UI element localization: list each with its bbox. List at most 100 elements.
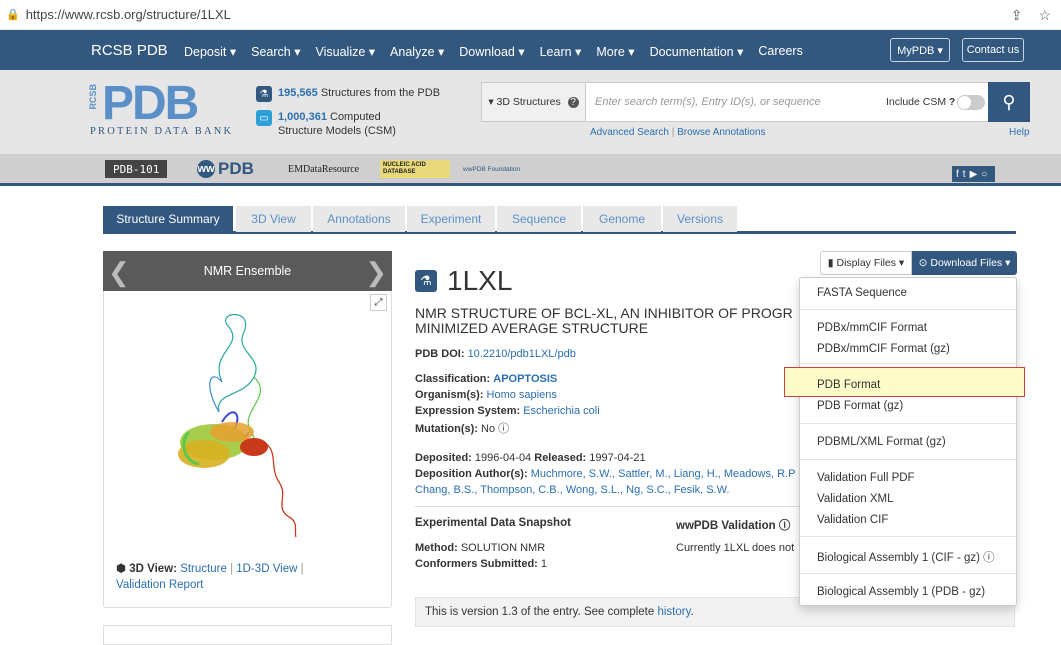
- nav-download[interactable]: Download ▾: [459, 44, 524, 59]
- expression-row: Expression System: Escherichia coli: [415, 405, 600, 417]
- nav-more[interactable]: More ▾: [596, 44, 634, 59]
- tab-experiment[interactable]: Experiment: [407, 206, 495, 232]
- cube-icon: ⬢: [116, 563, 127, 575]
- view-3d-links: ⬢ 3D View: Structure | 1D-3D View | Vali…: [116, 563, 304, 591]
- search-scope-dropdown[interactable]: ▾ 3D Structures ?: [482, 83, 586, 121]
- doi-link[interactable]: 10.2210/pdb1LXL/pdb: [468, 348, 576, 360]
- menu-item-fasta[interactable]: FASTA Sequence: [817, 287, 907, 299]
- facebook-icon[interactable]: f: [956, 169, 963, 180]
- download-icon: ⊙: [918, 257, 928, 269]
- nmr-ensemble-header: ❮ NMR Ensemble ❯: [103, 251, 392, 291]
- twitter-icon[interactable]: t: [963, 169, 970, 180]
- organism-link[interactable]: Homo sapiens: [487, 389, 557, 401]
- search-input[interactable]: Enter search term(s), Entry ID(s), or se…: [595, 96, 821, 108]
- nav-deposit[interactable]: Deposit ▾: [184, 44, 236, 59]
- next-arrow-icon[interactable]: ❯: [365, 257, 387, 288]
- menu-item-validation-pdf[interactable]: Validation Full PDF: [817, 472, 915, 484]
- mypdb-button[interactable]: MyPDB ▾: [890, 38, 950, 62]
- download-files-menu: FASTA Sequence PDBx/mmCIF Format PDBx/mm…: [784, 277, 1025, 606]
- advanced-search-link[interactable]: Advanced Search: [590, 127, 669, 138]
- menu-item-pdbml[interactable]: PDBML/XML Format (gz): [817, 436, 946, 448]
- nav-search[interactable]: Search ▾: [251, 44, 300, 59]
- structure-link[interactable]: Structure: [180, 563, 227, 575]
- classification-link[interactable]: APOPTOSIS: [493, 373, 557, 385]
- menu-item-validation-xml[interactable]: Validation XML: [817, 493, 894, 505]
- menu-item-pdb-gz[interactable]: PDB Format (gz): [817, 400, 903, 412]
- structure-image[interactable]: [104, 292, 391, 550]
- tab-genome[interactable]: Genome: [583, 206, 661, 232]
- entry-description: NMR STRUCTURE OF BCL-XL, AN INHIBITOR OF…: [415, 306, 793, 336]
- validation-report-link[interactable]: Validation Report: [116, 579, 203, 591]
- menu-item-mmcif-gz[interactable]: PDBx/mmCIF Format (gz): [817, 343, 950, 355]
- nav-documentation[interactable]: Documentation ▾: [650, 44, 744, 59]
- menu-item-assembly-cif[interactable]: Biological Assembly 1 (CIF - gz) ⓘ: [817, 549, 995, 565]
- nav-visualize[interactable]: Visualize ▾: [316, 44, 376, 59]
- wwpdb-foundation-logo[interactable]: wwPDB Foundation: [463, 160, 523, 178]
- info-icon[interactable]: ⓘ: [779, 520, 791, 532]
- history-link[interactable]: history: [657, 606, 690, 618]
- tab-3d-view[interactable]: 3D View: [236, 206, 311, 232]
- dates-row: Deposited: 1996-04-04 Released: 1997-04-…: [415, 452, 646, 464]
- help-icon[interactable]: ?: [567, 96, 579, 108]
- contact-us-button[interactable]: Contact us: [962, 38, 1024, 62]
- menu-divider: [800, 459, 1016, 460]
- menu-item-assembly-pdb[interactable]: Biological Assembly 1 (PDB - gz): [817, 586, 985, 598]
- menu-item-validation-cif[interactable]: Validation CIF: [817, 514, 888, 526]
- help-link[interactable]: Help: [1009, 127, 1030, 138]
- url-text[interactable]: https://www.rcsb.org/structure/1LXL: [26, 7, 231, 22]
- browse-annotations-link[interactable]: Browse Annotations: [677, 127, 765, 138]
- include-csm-label: Include CSM ?: [886, 96, 956, 108]
- expression-link[interactable]: Escherichia coli: [523, 405, 599, 417]
- browser-url-bar[interactable]: 🔒 https://www.rcsb.org/structure/1LXL ⇪ …: [0, 0, 1061, 30]
- youtube-icon[interactable]: ▶: [970, 169, 982, 180]
- logo-rcsb-side: RCSB: [88, 84, 98, 110]
- page-title: ⚗ 1LXL: [415, 265, 512, 297]
- share-icon[interactable]: ⇪: [1011, 7, 1023, 24]
- bookmark-star-icon[interactable]: ☆: [1038, 7, 1051, 24]
- tab-versions[interactable]: Versions: [663, 206, 737, 232]
- menu-item-mmcif[interactable]: PDBx/mmCIF Format: [817, 322, 927, 334]
- tab-structure-summary[interactable]: Structure Summary: [103, 206, 233, 232]
- info-icon[interactable]: ⓘ: [983, 552, 995, 564]
- structure-tabs: Structure Summary 3D View Annotations Ex…: [103, 206, 1016, 234]
- nav-learn[interactable]: Learn ▾: [540, 44, 582, 59]
- menu-divider: [800, 309, 1016, 310]
- wwpdb-logo[interactable]: ww PDB: [197, 159, 254, 178]
- github-icon[interactable]: ○: [981, 169, 991, 180]
- authors-link[interactable]: Chang, B.S., Thompson, C.B., Wong, S.L.,…: [415, 484, 729, 496]
- flask-icon: ⚗: [415, 270, 437, 292]
- mutation-row: Mutation(s): No ⓘ: [415, 423, 510, 435]
- rcsb-pdb-logo[interactable]: RCSB PDB PROTEIN DATA BANK: [88, 77, 243, 142]
- 1d-3d-view-link[interactable]: 1D-3D View: [236, 563, 297, 575]
- organism-row: Organism(s): Homo sapiens: [415, 389, 557, 401]
- nav-menu: Deposit ▾ Search ▾ Visualize ▾ Analyze ▾…: [184, 44, 818, 59]
- nucleic-acid-database-logo[interactable]: NUCLEIC ACID DATABASE: [380, 160, 450, 178]
- pdb101-logo[interactable]: PDB-101: [105, 160, 168, 178]
- classification-row: Classification: APOPTOSIS: [415, 373, 558, 385]
- authors-link[interactable]: Muchmore, S.W., Sattler, M., Liang, H., …: [531, 468, 796, 480]
- method-row: Method: SOLUTION NMR: [415, 542, 546, 554]
- emdataresource-logo[interactable]: EMDataResource: [288, 160, 359, 178]
- social-icons[interactable]: f t ▶ ○: [952, 166, 996, 182]
- logo-letters: PDB: [102, 77, 199, 130]
- nav-careers[interactable]: Careers: [758, 44, 802, 59]
- menu-divider: [800, 573, 1016, 574]
- menu-divider: [800, 423, 1016, 424]
- csm-count: 1,000,361 Computed Structure Models (CSM…: [278, 111, 396, 137]
- info-icon[interactable]: ⓘ: [498, 423, 509, 435]
- menu-item-pdb-format[interactable]: PDB Format: [817, 379, 880, 391]
- search-icon: ⚲: [1002, 91, 1016, 112]
- tab-sequence[interactable]: Sequence: [497, 206, 581, 232]
- include-csm-toggle[interactable]: [957, 95, 985, 110]
- ensemble-title: NMR Ensemble: [203, 264, 292, 278]
- download-files-button[interactable]: ⊙ Download Files ▾: [912, 251, 1017, 275]
- logo-subtitle: PROTEIN DATA BANK: [90, 126, 234, 137]
- brand-link[interactable]: RCSB PDB: [91, 42, 168, 59]
- tab-annotations[interactable]: Annotations: [313, 206, 405, 232]
- search-button[interactable]: ⚲: [988, 82, 1030, 122]
- display-files-button[interactable]: ▮ Display Files ▾: [820, 251, 912, 275]
- doi-row: PDB DOI: 10.2210/pdb1LXL/pdb: [415, 348, 576, 360]
- nav-analyze[interactable]: Analyze ▾: [390, 44, 444, 59]
- flask-icon: ⚗: [256, 86, 272, 102]
- lock-icon: 🔒: [6, 9, 20, 21]
